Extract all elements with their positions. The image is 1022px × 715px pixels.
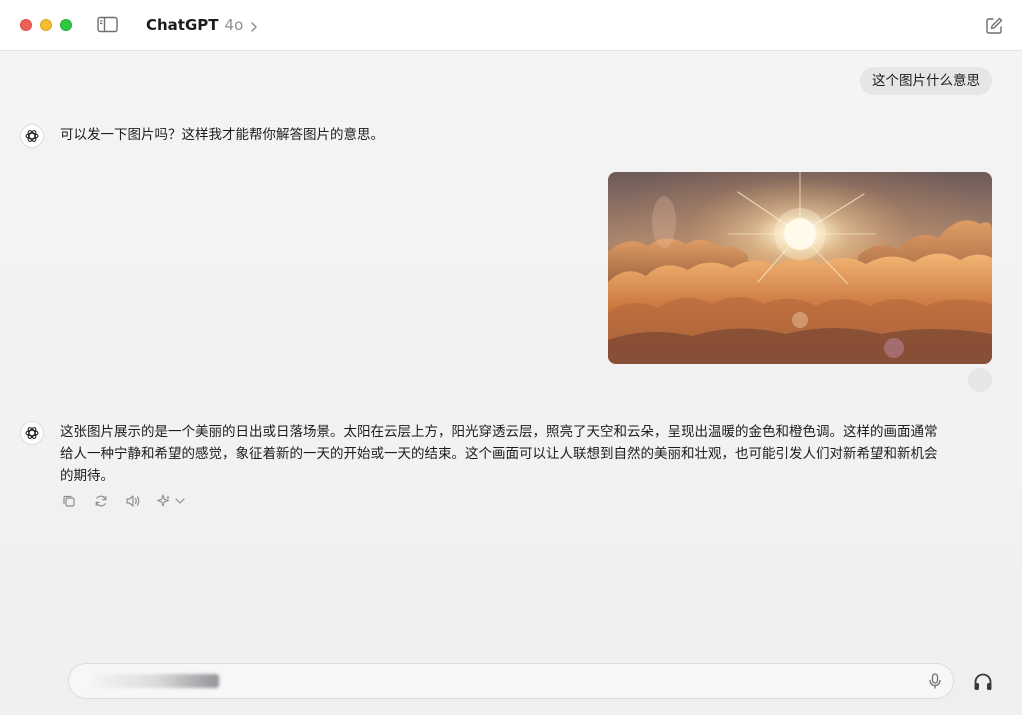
model-selector[interactable]: ChatGPT 4o	[146, 16, 259, 34]
image-options-button[interactable]	[968, 368, 992, 392]
message-composer[interactable]	[68, 663, 954, 700]
headphones-icon[interactable]	[972, 671, 994, 693]
message-actions	[60, 492, 188, 510]
user-uploaded-image[interactable]	[608, 172, 992, 364]
maximize-window-button[interactable]	[60, 19, 72, 31]
assistant-message: 可以发一下图片吗？这样我才能帮你解答图片的意思。	[60, 127, 384, 143]
sparkle-model-icon[interactable]	[156, 492, 188, 510]
message-input[interactable]	[83, 664, 927, 700]
sidebar-icon[interactable]	[97, 16, 119, 34]
model-name: 4o	[224, 16, 244, 34]
minimize-window-button[interactable]	[40, 19, 52, 31]
new-chat-icon[interactable]	[984, 16, 1004, 36]
microphone-icon[interactable]	[925, 671, 945, 691]
chevron-right-icon	[249, 19, 259, 32]
app-title: ChatGPT	[146, 16, 219, 34]
user-message-bubble: 这个图片什么意思	[860, 67, 992, 95]
chatgpt-window: ChatGPT 4o 这个图片什么意思 可以发一下图片吗？这样我才能帮你解答图片…	[0, 0, 1022, 715]
chatgpt-avatar-icon	[20, 421, 44, 445]
regenerate-icon[interactable]	[92, 492, 110, 510]
title-bar: ChatGPT 4o	[0, 0, 1022, 51]
chatgpt-avatar-icon	[20, 124, 44, 148]
copy-icon[interactable]	[60, 492, 78, 510]
close-window-button[interactable]	[20, 19, 32, 31]
read-aloud-icon[interactable]	[124, 492, 142, 510]
assistant-message: 这张图片展示的是一个美丽的日出或日落场景。太阳在云层上方，阳光穿透云层，照亮了天…	[60, 424, 938, 484]
